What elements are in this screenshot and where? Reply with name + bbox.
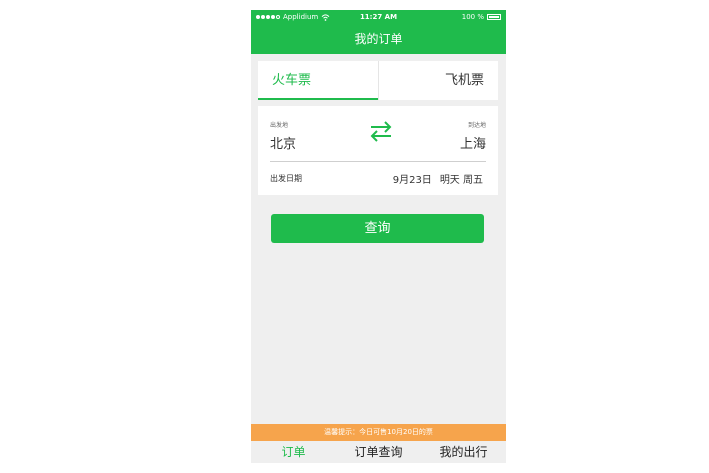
bottom-nav-orders[interactable]: 订单: [251, 441, 336, 463]
date-label: 出发日期: [270, 174, 302, 183]
bottom-nav-my-trips[interactable]: 我的出行: [421, 441, 506, 463]
notice-banner: 温馨提示：今日可售10月20日的票: [251, 424, 506, 441]
bottom-nav: 订单 订单查询 我的出行: [251, 441, 506, 463]
to-city[interactable]: 上海: [460, 133, 486, 152]
status-bar: Applidium 11:27 AM 100 %: [251, 10, 506, 25]
day-value: 明天 周五: [439, 175, 483, 186]
nav-title: 我的订单: [251, 25, 506, 54]
to-label: 到达地: [467, 122, 486, 129]
tab-flight[interactable]: 飞机票: [377, 61, 499, 100]
bottom-nav-order-query[interactable]: 订单查询: [336, 441, 421, 463]
phone-screen: Applidium 11:27 AM 100 % 我的订单 火车票 飞机票 出发…: [251, 10, 506, 463]
swap-icon[interactable]: [368, 120, 394, 142]
tab-train[interactable]: 火车票: [258, 61, 378, 100]
battery-icon: [487, 14, 501, 20]
status-right: 100 %: [462, 13, 501, 21]
route-card: 出发地 北京 到达地 上海 出发日期 9月23日 明天 周五: [258, 106, 498, 195]
search-button[interactable]: 查询: [271, 214, 484, 243]
from-city[interactable]: 北京: [270, 133, 296, 152]
battery-level: 100 %: [461, 13, 484, 21]
from-label: 出发地: [270, 122, 289, 129]
date-value: 9月23日: [392, 175, 432, 186]
divider: [270, 161, 486, 162]
ticket-tabs: 火车票 飞机票: [258, 61, 498, 100]
date-selector[interactable]: 9月23日 明天 周五: [393, 171, 483, 186]
